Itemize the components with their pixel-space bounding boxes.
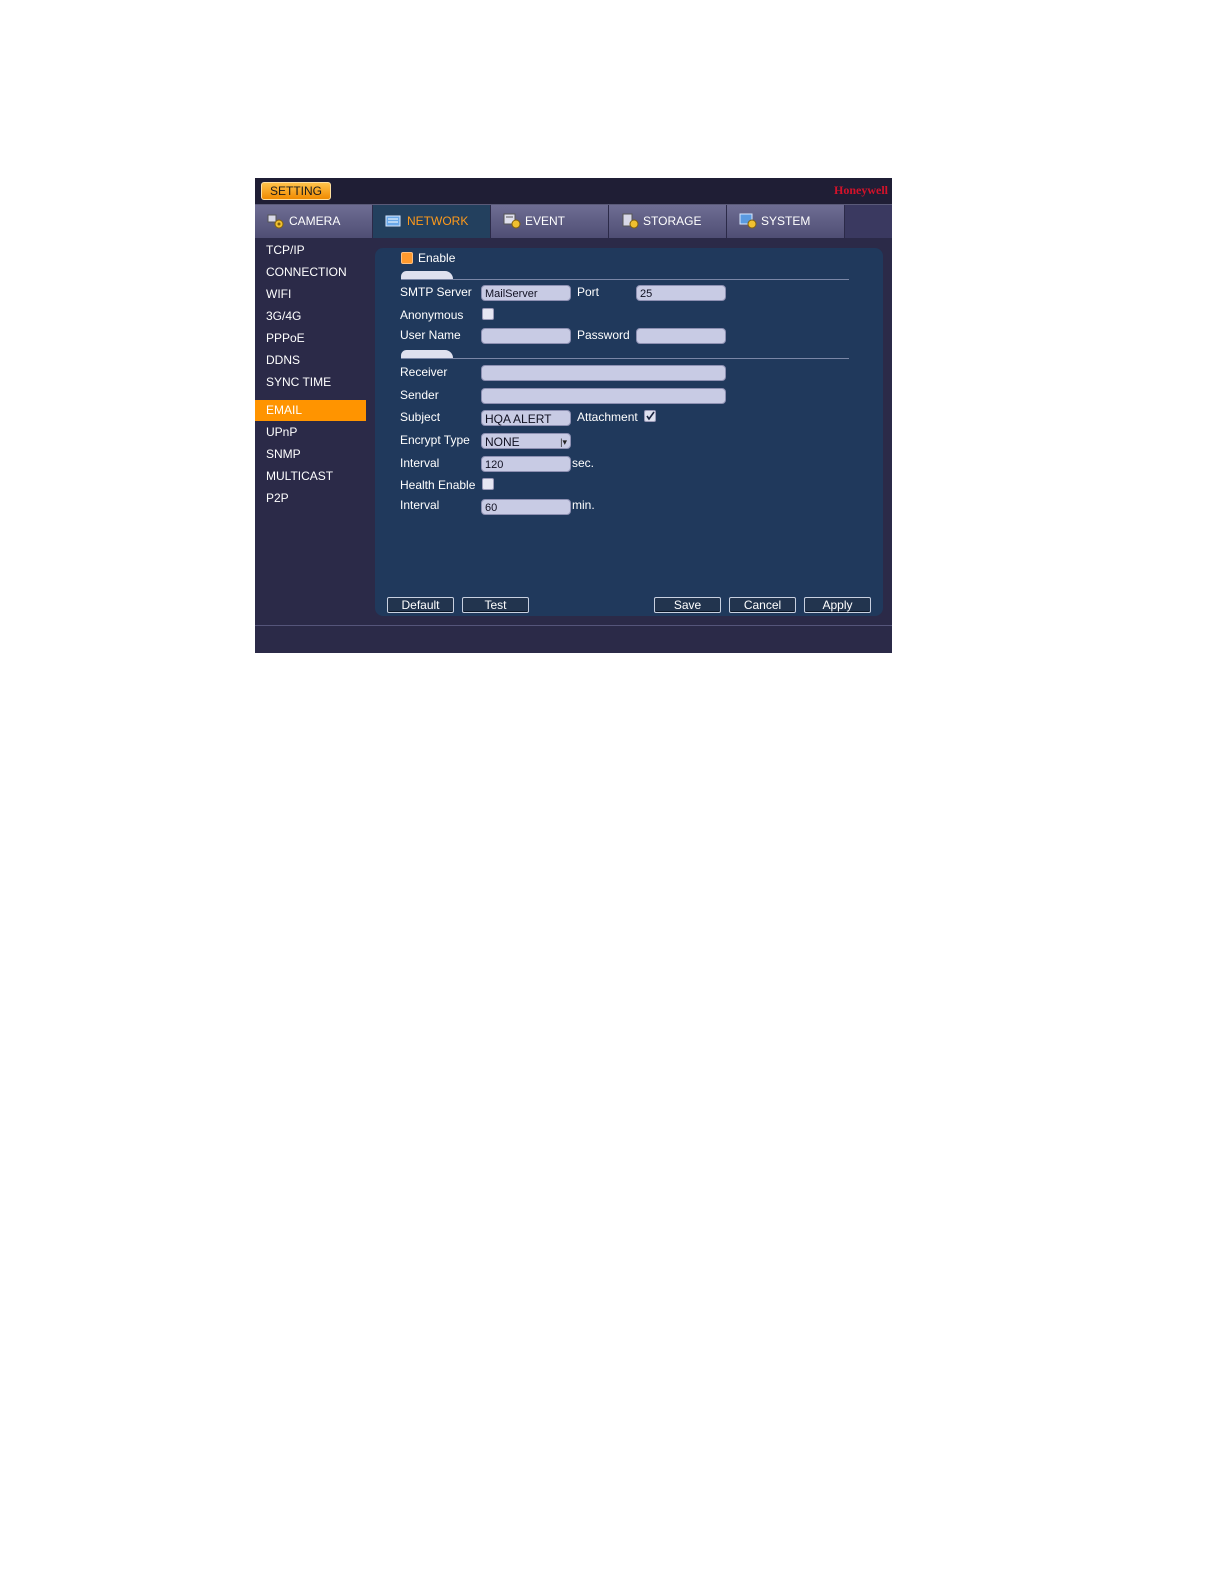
tab-label: NETWORK	[407, 214, 469, 228]
divider	[401, 279, 849, 280]
subject-input[interactable]: HQA ALERT	[481, 410, 571, 426]
checkmark-icon	[646, 411, 655, 421]
interval-input[interactable]: 120	[481, 456, 571, 472]
tab-camera[interactable]: CAMERA	[255, 205, 373, 238]
system-gear-icon	[739, 213, 757, 229]
anonymous-label: Anonymous	[400, 308, 464, 322]
tab-system[interactable]: SYSTEM	[727, 205, 845, 238]
sidebar-item-ddns[interactable]: DDNS	[255, 350, 366, 371]
encrypt-type-value: NONE	[485, 435, 520, 449]
sidebar-item-connection[interactable]: CONNECTION	[255, 262, 366, 283]
enable-label: Enable	[418, 251, 456, 265]
tab-label: SYSTEM	[761, 214, 811, 228]
smtp-server-label: SMTP Server	[400, 285, 472, 299]
sidebar-item-email[interactable]: EMAIL	[255, 400, 366, 421]
brand-logo: Honeywell	[834, 183, 888, 197]
sidebar-item-upnp[interactable]: UPnP	[255, 422, 366, 443]
sidebar-item-multicast[interactable]: MULTICAST	[255, 466, 366, 487]
title-bar: SETTING Honeywell	[255, 178, 892, 205]
event-gear-icon	[503, 213, 521, 229]
sender-input[interactable]	[481, 388, 726, 404]
test-button[interactable]: Test	[462, 597, 529, 613]
divider	[401, 358, 849, 359]
smtp-server-input[interactable]: MailServer	[481, 285, 571, 301]
port-input[interactable]: 25	[636, 285, 726, 301]
save-button[interactable]: Save	[654, 597, 721, 613]
sidebar-item-p2p[interactable]: P2P	[255, 488, 366, 509]
health-interval-label: Interval	[400, 498, 440, 512]
sidebar: TCP/IP CONNECTION WIFI 3G/4G PPPoE DDNS …	[255, 238, 373, 623]
user-name-input[interactable]	[481, 328, 571, 344]
receiver-input[interactable]	[481, 365, 726, 381]
interval-unit: sec.	[572, 456, 595, 470]
interval-label: Interval	[400, 456, 440, 470]
health-interval-unit: min.	[572, 498, 595, 512]
camera-gear-icon	[267, 214, 284, 229]
health-interval-input[interactable]: 60	[481, 499, 571, 515]
health-enable-checkbox[interactable]	[482, 478, 494, 490]
tab-label: CAMERA	[289, 214, 341, 228]
tab-network[interactable]: NETWORK	[373, 205, 491, 238]
port-label: Port	[577, 285, 600, 299]
health-enable-label: Health Enable	[400, 478, 476, 492]
sender-label: Sender	[400, 388, 439, 402]
default-button[interactable]: Default	[387, 597, 454, 613]
section-tab	[401, 350, 453, 358]
sidebar-item-3g4g[interactable]: 3G/4G	[255, 306, 366, 327]
tab-label: STORAGE	[643, 214, 702, 228]
tab-storage[interactable]: STORAGE	[609, 205, 727, 238]
settings-window: SETTING Honeywell CAMERA NETWORK EVENT S…	[255, 178, 892, 653]
subject-label: Subject	[400, 410, 441, 424]
sidebar-item-tcpip[interactable]: TCP/IP	[255, 240, 366, 261]
cancel-button[interactable]: Cancel	[729, 597, 796, 613]
sidebar-item-pppoe[interactable]: PPPoE	[255, 328, 366, 349]
sidebar-item-snmp[interactable]: SNMP	[255, 444, 366, 465]
attachment-label: Attachment	[577, 410, 638, 424]
password-input[interactable]	[636, 328, 726, 344]
storage-gear-icon	[622, 213, 639, 229]
email-settings-panel	[375, 248, 883, 616]
section-tab	[401, 271, 453, 279]
status-bar	[255, 625, 892, 653]
anonymous-checkbox[interactable]	[482, 308, 494, 320]
password-label: Password	[577, 328, 630, 342]
enable-checkbox[interactable]	[401, 252, 413, 264]
encrypt-type-label: Encrypt Type	[400, 433, 470, 447]
apply-button[interactable]: Apply	[804, 597, 871, 613]
sidebar-item-sync-time[interactable]: SYNC TIME	[255, 372, 366, 393]
network-gear-icon	[385, 215, 401, 227]
tab-event[interactable]: EVENT	[491, 205, 609, 238]
receiver-label: Receiver	[400, 365, 448, 379]
chevron-down-icon: |▾	[560, 437, 567, 447]
encrypt-type-select[interactable]: NONE |▾	[481, 433, 571, 449]
sidebar-item-wifi[interactable]: WIFI	[255, 284, 366, 305]
user-name-label: User Name	[400, 328, 461, 342]
setting-badge: SETTING	[261, 182, 331, 200]
attachment-checkbox[interactable]	[644, 410, 656, 422]
tab-label: EVENT	[525, 214, 566, 228]
main-tab-bar: CAMERA NETWORK EVENT STORAGE SYSTEM	[255, 205, 892, 238]
